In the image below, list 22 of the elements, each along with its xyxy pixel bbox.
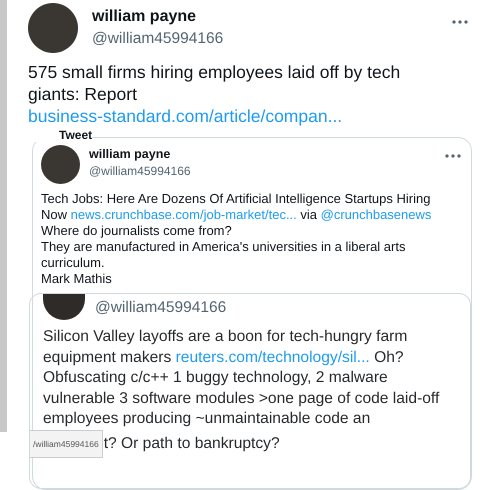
article-link[interactable]: business-standard.com/article/compan... [28,106,342,126]
article-link[interactable]: reuters.com/technology/sil... [176,348,370,366]
user-handle: @william45994166 [92,30,224,48]
more-icon[interactable] [445,154,461,158]
avatar[interactable] [28,3,78,53]
user-handle: @william45994166 [95,298,226,317]
tweet-text: They are manufactured in America's universities in a liberal arts curriculum. [41,239,406,271]
tweet-text: Tech Jobs: Here Are Dozens Of Artificial Intelligence Startups Hiring Now news.crunchbase.com/job-market/tec... via @crunchbasenews [41,191,432,223]
avatar [41,145,80,184]
link-url-tooltip: /william45994166 [30,430,103,458]
quoted-tweet-text: t? Or path to bankruptcy? [104,434,280,454]
avatar [43,294,85,320]
page-header: Tweet [33,129,92,142]
tweet-text: Where do journalists come from? [41,223,233,239]
tweet-link[interactable]: @crunchbasenews [320,207,432,222]
tweet-text: 575 small firms hiring employees laid off by tech giants: Report business-standard.com/article/compan... [28,61,402,127]
more-icon[interactable] [452,20,468,24]
tweet-link[interactable]: news.crunchbase.com/job-market/tec... [70,207,297,222]
user-name: william payne [89,147,172,161]
tweet-text: Mark Mathis [41,271,113,287]
user-handle: @william45994166 [89,164,192,178]
user-name[interactable]: william payne [92,8,438,26]
